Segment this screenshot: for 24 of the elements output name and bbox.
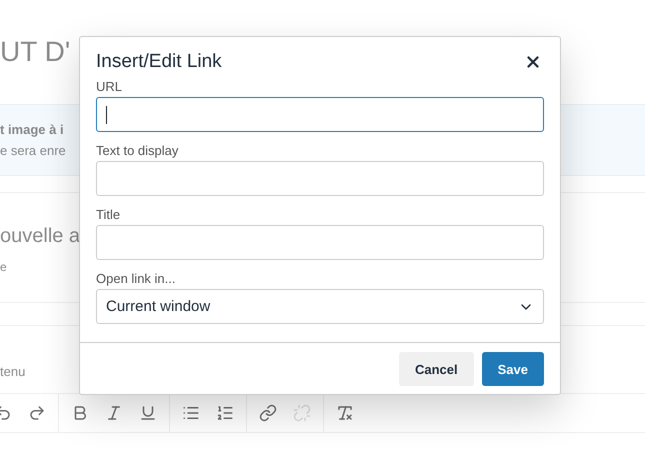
- field-label: Title: [96, 207, 122, 222]
- field-label: Text to display: [96, 143, 180, 158]
- clear-icon[interactable]: [336, 404, 354, 422]
- numbers-icon[interactable]: [216, 404, 234, 422]
- page-heading: UT D': [0, 36, 70, 69]
- redo-icon[interactable]: [28, 404, 46, 422]
- section-heading: ouvelle a: [0, 225, 80, 248]
- save-button[interactable]: Save: [482, 352, 544, 386]
- cancel-button[interactable]: Cancel: [398, 352, 474, 386]
- input-field[interactable]: [96, 97, 544, 132]
- italic-icon[interactable]: [105, 404, 123, 422]
- content-label: tenu: [0, 364, 26, 379]
- input-field[interactable]: [96, 225, 544, 260]
- notice-text: t image à i: [0, 122, 64, 137]
- field-label: URL: [96, 79, 124, 94]
- notice-text: e sera enre: [0, 143, 66, 158]
- dialog-title: Insert/Edit Link: [96, 51, 222, 73]
- underline-icon[interactable]: [139, 404, 157, 422]
- bullets-icon[interactable]: [182, 404, 200, 422]
- section-hint: e: [0, 260, 7, 274]
- field-label: Open link in...: [96, 271, 176, 286]
- select-field[interactable]: Current window: [96, 289, 544, 324]
- link-icon[interactable]: [259, 404, 277, 422]
- input-field[interactable]: [96, 161, 544, 196]
